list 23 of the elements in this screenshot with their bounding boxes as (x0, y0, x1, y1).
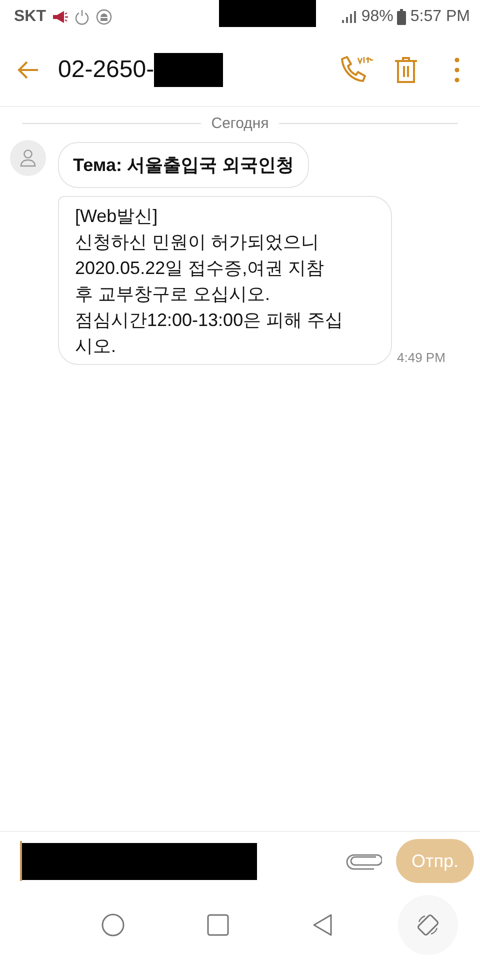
megaphone-icon (52, 10, 68, 24)
volte-call-button[interactable] (338, 55, 374, 85)
more-options-icon[interactable] (454, 57, 460, 83)
message-time: 4:49 PM (397, 350, 446, 365)
power-icon (74, 9, 90, 25)
clock: 5:57 PM (410, 8, 470, 26)
battery-percent: 98% (361, 8, 394, 26)
contact-avatar[interactable] (10, 140, 46, 176)
triangle-icon[interactable] (310, 913, 334, 937)
signal-icon (341, 10, 358, 24)
contact-number: 02-2650- (58, 56, 154, 84)
battery-icon (397, 9, 406, 25)
message-bubble: [Web발신] 신청하신 민원이 허가되었으니 2020.05.22일 접수증,여권 지참 후 교부창구로 오십시오. 점심시간12:00-13:00은 피해 주십 시오. (58, 196, 392, 365)
circle-icon[interactable] (100, 913, 124, 937)
trash-icon[interactable] (394, 56, 418, 84)
date-separator: Сегодня (211, 115, 269, 132)
redaction-bar (154, 53, 224, 87)
carrier-label: SKT (14, 8, 46, 26)
rotate-icon[interactable] (416, 913, 440, 937)
subject-bubble: Тема: 서울출입국 외국인청 (58, 142, 309, 188)
paperclip-icon[interactable] (346, 852, 382, 870)
back-button[interactable] (16, 60, 40, 80)
square-icon[interactable] (206, 913, 230, 937)
